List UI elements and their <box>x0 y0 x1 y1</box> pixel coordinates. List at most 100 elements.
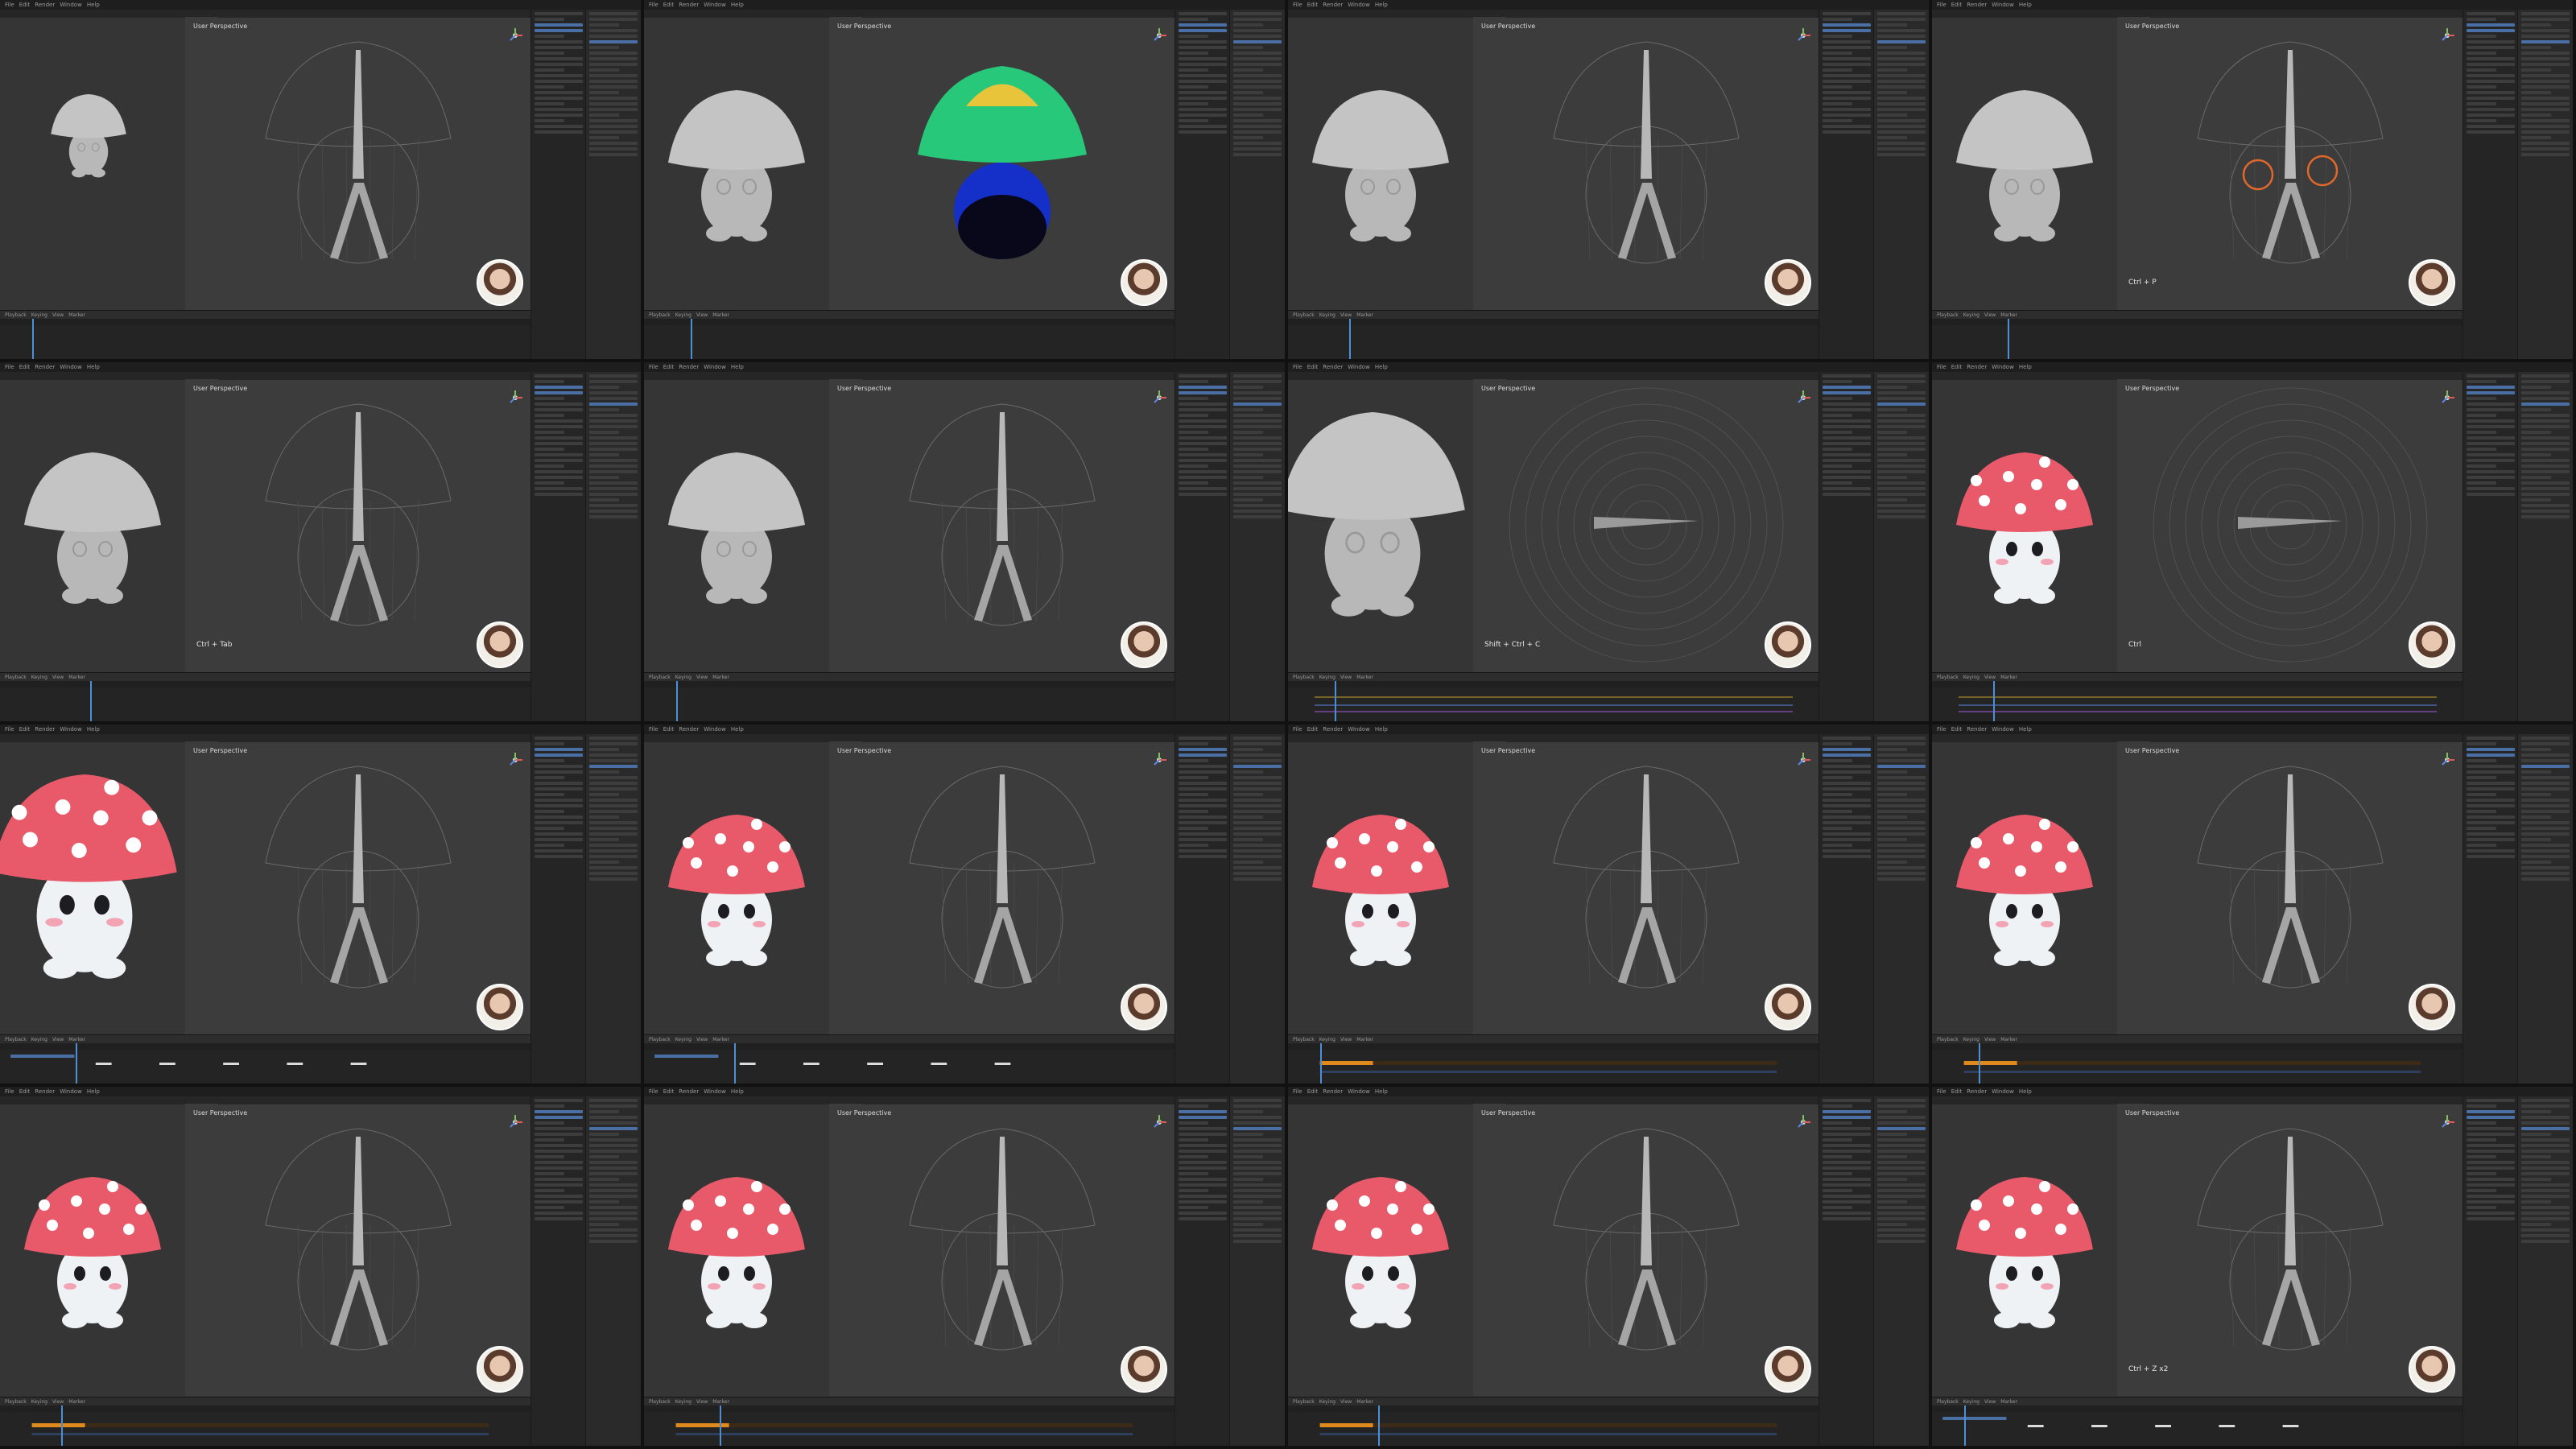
timeline-menu-keying[interactable]: Keying <box>31 675 47 680</box>
outliner-row[interactable] <box>1823 397 1853 400</box>
timeline-menu-view[interactable]: View <box>1340 1037 1352 1042</box>
property-field[interactable] <box>2521 1172 2570 1175</box>
outliner-row[interactable] <box>2467 464 2497 468</box>
menu-item-help[interactable]: Help <box>87 2 100 8</box>
property-field[interactable] <box>589 838 620 841</box>
property-field[interactable] <box>2521 97 2570 100</box>
property-field[interactable] <box>1877 408 1908 411</box>
outliner-row[interactable] <box>1179 770 1227 774</box>
property-field[interactable] <box>2521 481 2570 485</box>
outliner-row[interactable] <box>1179 476 1227 479</box>
outliner-row[interactable] <box>2467 838 2515 841</box>
outliner-row[interactable] <box>1823 35 1853 38</box>
menu-item-file[interactable]: File <box>1937 726 1946 733</box>
outliner-row[interactable] <box>2467 380 2497 383</box>
property-field[interactable] <box>1233 464 1282 468</box>
outliner-row[interactable] <box>2467 855 2515 858</box>
property-field[interactable] <box>1233 737 1282 740</box>
outliner-row[interactable] <box>2467 787 2515 791</box>
outliner-row[interactable] <box>1179 436 1227 440</box>
outliner-panel[interactable] <box>1818 734 1874 1084</box>
property-field[interactable] <box>1877 431 1908 434</box>
timeline-editor[interactable]: Playback Keying View Marker <box>1932 1034 2463 1084</box>
property-field[interactable] <box>1877 386 1908 389</box>
property-field[interactable] <box>2521 431 2552 434</box>
menu-item-help[interactable]: Help <box>731 2 744 8</box>
outliner-row[interactable] <box>1179 821 1227 824</box>
property-field[interactable] <box>1877 810 1926 813</box>
outliner-row[interactable] <box>1179 1189 1209 1192</box>
timeline-menu-keying[interactable]: Keying <box>1319 1037 1335 1042</box>
outliner-row[interactable] <box>535 1183 583 1187</box>
outliner-row[interactable] <box>535 52 565 55</box>
outliner-row[interactable] <box>1179 29 1227 32</box>
outliner-row[interactable] <box>535 1121 565 1125</box>
navigation-gizmo-icon[interactable] <box>1794 750 1813 770</box>
property-field[interactable] <box>1233 374 1282 378</box>
property-field[interactable] <box>1877 402 1926 406</box>
render-preview-viewport[interactable] <box>1932 18 2117 311</box>
property-field[interactable] <box>1233 91 1264 94</box>
property-field[interactable] <box>1877 737 1926 740</box>
property-field[interactable] <box>2521 1110 2552 1113</box>
property-field[interactable] <box>1877 442 1926 445</box>
outliner-row[interactable] <box>1823 782 1871 785</box>
menu-item-render[interactable]: Render <box>1323 1088 1343 1095</box>
outliner-row[interactable] <box>535 1212 583 1215</box>
outliner-row[interactable] <box>1179 408 1227 411</box>
menu-item-window[interactable]: Window <box>1992 1088 2014 1095</box>
render-preview-viewport[interactable] <box>644 380 829 673</box>
3d-viewport[interactable]: User Perspective <box>829 1104 1175 1397</box>
outliner-row[interactable] <box>535 130 583 134</box>
property-field[interactable] <box>1233 1228 1282 1232</box>
timeline-menu-view[interactable]: View <box>1340 1399 1352 1405</box>
render-preview-viewport[interactable] <box>1932 742 2117 1035</box>
property-field[interactable] <box>1233 1172 1282 1175</box>
outliner-row[interactable] <box>1823 125 1871 128</box>
outliner-row[interactable] <box>535 770 583 774</box>
timeline-menu-marker[interactable]: Marker <box>1356 1037 1373 1042</box>
property-field[interactable] <box>589 1223 620 1226</box>
timeline-menu-playback[interactable]: Playback <box>1293 675 1315 680</box>
property-field[interactable] <box>1877 1183 1926 1187</box>
menu-item-file[interactable]: File <box>5 364 14 370</box>
property-field[interactable] <box>589 23 620 27</box>
property-field[interactable] <box>1233 1200 1264 1203</box>
property-field[interactable] <box>2521 119 2570 122</box>
properties-panel[interactable] <box>1873 372 1929 721</box>
property-field[interactable] <box>1877 493 1926 496</box>
outliner-row[interactable] <box>535 414 565 417</box>
outliner-row[interactable] <box>2467 827 2497 830</box>
outliner-row[interactable] <box>535 787 583 791</box>
property-field[interactable] <box>2521 1240 2570 1243</box>
playhead-marker[interactable] <box>1335 681 1336 721</box>
property-field[interactable] <box>1233 793 1264 796</box>
property-field[interactable] <box>1233 1183 1282 1187</box>
outliner-row[interactable] <box>535 470 583 473</box>
property-field[interactable] <box>2521 487 2570 490</box>
menu-item-edit[interactable]: Edit <box>1307 1088 1319 1095</box>
property-field[interactable] <box>2521 838 2552 841</box>
property-field[interactable] <box>589 782 638 785</box>
property-field[interactable] <box>2521 782 2570 785</box>
outliner-row[interactable] <box>1823 442 1871 445</box>
menu-item-window[interactable]: Window <box>1348 1088 1370 1095</box>
property-field[interactable] <box>589 1099 638 1102</box>
timeline-editor[interactable]: Playback Keying View Marker <box>1288 1034 1819 1084</box>
property-field[interactable] <box>2521 470 2570 473</box>
outliner-row[interactable] <box>2467 453 2515 456</box>
property-field[interactable] <box>1233 114 1264 117</box>
outliner-row[interactable] <box>1179 40 1227 43</box>
property-field[interactable] <box>1233 380 1282 383</box>
property-field[interactable] <box>1877 23 1908 27</box>
outliner-row[interactable] <box>1823 18 1853 21</box>
outliner-row[interactable] <box>2467 470 2515 473</box>
outliner-row[interactable] <box>2467 1099 2515 1102</box>
property-field[interactable] <box>589 849 638 852</box>
property-field[interactable] <box>2521 1166 2570 1170</box>
timeline-editor[interactable]: Playback Keying View Marker <box>1932 1397 2463 1446</box>
timeline-menu-keying[interactable]: Keying <box>1963 675 1979 680</box>
property-field[interactable] <box>1233 877 1282 881</box>
outliner-row[interactable] <box>2467 97 2515 100</box>
property-field[interactable] <box>589 821 638 824</box>
